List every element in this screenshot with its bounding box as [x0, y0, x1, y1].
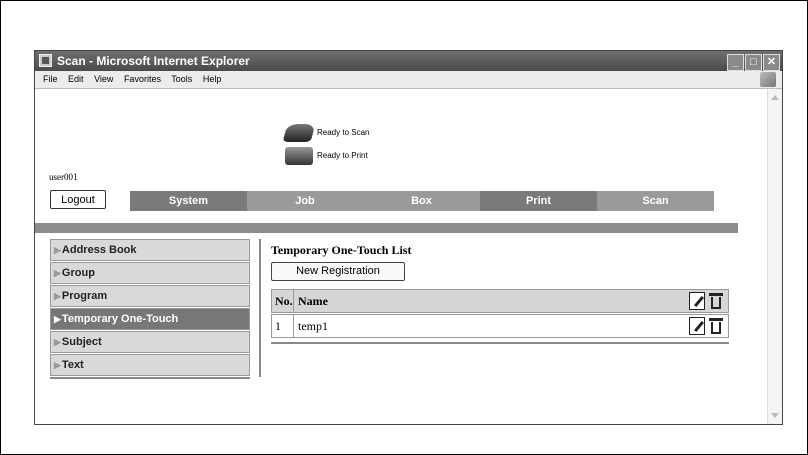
tab-box[interactable]: Box: [363, 191, 480, 211]
title-bar: Scan - Microsoft Internet Explorer _ □ ✕: [35, 51, 782, 71]
menu-tools[interactable]: Tools: [171, 74, 192, 84]
sidebar-item-label: Group: [61, 267, 95, 279]
column-separator: [293, 290, 294, 312]
tab-scan[interactable]: Scan: [597, 191, 714, 211]
triangle-right-icon: ▶: [54, 245, 61, 255]
sidebar-item-group[interactable]: ▶Group: [50, 262, 250, 284]
window-title: Scan - Microsoft Internet Explorer: [57, 54, 250, 68]
browser-window: Scan - Microsoft Internet Explorer _ □ ✕ F…: [34, 50, 783, 425]
sidebar-item-address-book[interactable]: ▶Address Book: [50, 239, 250, 261]
scan-status: Ready to Scan: [282, 124, 370, 142]
vertical-scrollbar[interactable]: [767, 89, 782, 424]
one-touch-table: No. Name 1 temp1: [271, 289, 729, 339]
table-header-row: No. Name: [271, 289, 729, 313]
tab-system[interactable]: System: [130, 191, 247, 211]
column-header-name: Name: [298, 294, 328, 308]
table-bottom-line: [271, 342, 729, 344]
maximize-icon[interactable]: □: [745, 54, 762, 71]
header-icons: [686, 292, 724, 310]
sidebar-item-temporary-one-touch[interactable]: ▶Temporary One-Touch: [50, 308, 250, 330]
sidebar-item-text[interactable]: ▶Text: [50, 354, 250, 376]
menu-favorites[interactable]: Favorites: [124, 74, 161, 84]
sidebar-divider: [50, 377, 250, 379]
row-name: temp1: [298, 319, 328, 333]
triangle-right-icon: ▶: [54, 360, 61, 370]
logout-button[interactable]: Logout: [50, 190, 106, 209]
vertical-divider: [259, 239, 261, 377]
triangle-right-icon: ▶: [54, 314, 61, 324]
edit-icon: [689, 292, 705, 310]
menu-view[interactable]: View: [94, 74, 113, 84]
new-registration-button[interactable]: New Registration: [271, 262, 405, 281]
tab-underline-bar: [35, 223, 738, 233]
sidebar-item-label: Temporary One-Touch: [61, 313, 179, 325]
window-controls: _ □ ✕: [726, 52, 780, 71]
tab-print[interactable]: Print: [480, 191, 597, 211]
sidebar-item-program[interactable]: ▶Program: [50, 285, 250, 307]
close-icon[interactable]: ✕: [763, 54, 780, 71]
triangle-right-icon: ▶: [54, 268, 61, 278]
page-frame: Scan - Microsoft Internet Explorer _ □ ✕ F…: [0, 0, 808, 455]
column-separator: [293, 315, 294, 337]
sidebar: ▶Address Book ▶Group ▶Program ▶Temporary…: [50, 239, 250, 379]
scanner-icon: [282, 124, 316, 142]
menu-file[interactable]: File: [43, 74, 58, 84]
trash-icon[interactable]: [708, 317, 724, 335]
sidebar-item-label: Program: [61, 290, 108, 302]
sidebar-item-subject[interactable]: ▶Subject: [50, 331, 250, 353]
scroll-down-icon[interactable]: [771, 413, 779, 418]
edit-icon[interactable]: [689, 317, 705, 335]
sidebar-item-label: Subject: [61, 336, 102, 348]
scroll-up-icon[interactable]: [771, 95, 779, 100]
triangle-right-icon: ▶: [54, 337, 61, 347]
triangle-right-icon: ▶: [54, 291, 61, 301]
windows-logo-icon: [760, 72, 776, 87]
table-row: 1 temp1: [271, 314, 729, 338]
trash-icon: [708, 292, 724, 310]
tab-job[interactable]: Job: [247, 191, 363, 211]
sidebar-item-label: Address Book: [61, 244, 137, 256]
page-content: Ready to Scan Ready to Print user001 Log…: [35, 89, 768, 424]
print-status-text: Ready to Print: [317, 151, 368, 161]
scan-status-text: Ready to Scan: [317, 128, 370, 138]
printer-icon: [285, 147, 313, 165]
row-actions: [686, 317, 724, 335]
row-no: 1: [275, 319, 281, 333]
print-status: Ready to Print: [285, 147, 368, 165]
column-header-no: No.: [275, 294, 293, 308]
sidebar-item-label: Text: [61, 359, 84, 371]
user-name: user001: [49, 172, 78, 182]
minimize-icon[interactable]: _: [727, 54, 744, 71]
menu-bar: File Edit View Favorites Tools Help: [35, 71, 782, 89]
menu-help[interactable]: Help: [203, 74, 222, 84]
menu-edit[interactable]: Edit: [68, 74, 84, 84]
ie-app-icon: [39, 54, 52, 67]
page-title: Temporary One-Touch List: [271, 243, 412, 257]
